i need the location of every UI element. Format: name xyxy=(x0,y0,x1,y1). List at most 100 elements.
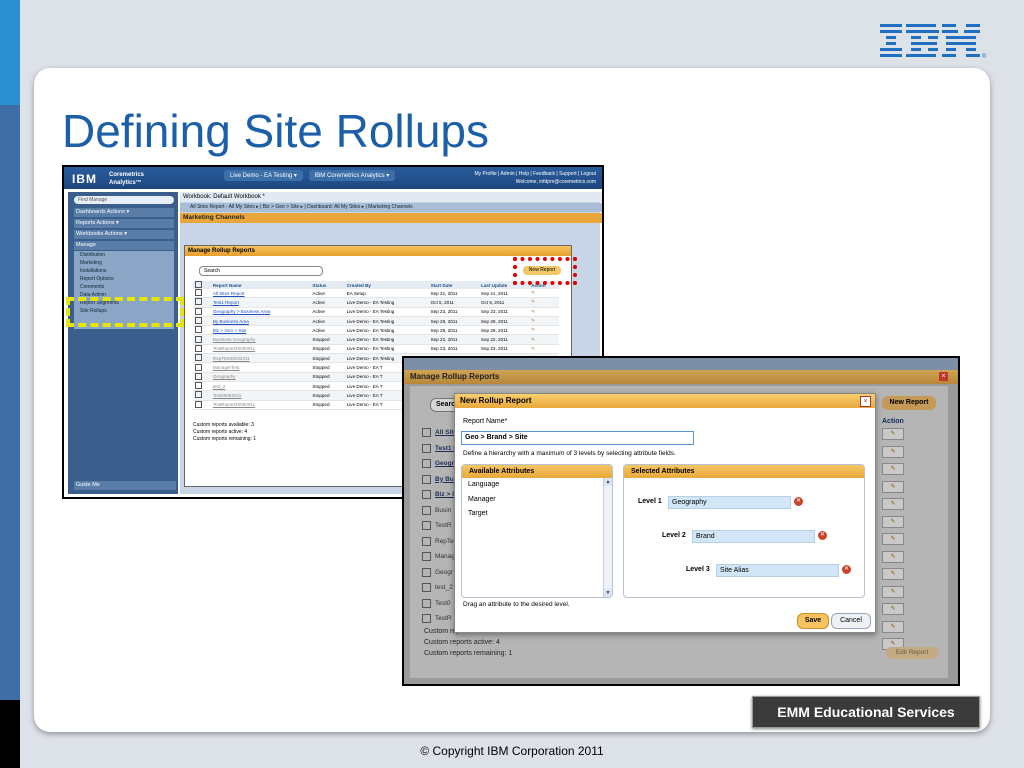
row-checkbox[interactable] xyxy=(193,362,211,373)
row-checkbox[interactable] xyxy=(193,344,211,355)
scrollbar[interactable]: ▲ ▼ xyxy=(603,478,612,597)
row-checkbox[interactable] xyxy=(422,536,431,546)
user-links-text[interactable]: My Profile | Admin | Help | Feedback | S… xyxy=(474,170,596,178)
row-checkbox[interactable] xyxy=(422,428,431,437)
report-name-link[interactable]: test_2 xyxy=(210,381,311,392)
attribute-item[interactable]: Target xyxy=(462,507,612,522)
col-header[interactable]: Created By xyxy=(344,281,429,289)
submenu-item[interactable]: Marketing xyxy=(74,259,174,267)
new-report-button[interactable]: New Report xyxy=(882,396,936,410)
edit-icon[interactable]: ✎ xyxy=(882,550,904,563)
edit-icon[interactable]: ✎ xyxy=(882,585,904,598)
edit-icon[interactable]: ✎ xyxy=(529,334,559,345)
edit-icon[interactable]: ✎ xyxy=(529,344,559,355)
edit-icon[interactable]: ✎ xyxy=(882,620,904,633)
table-row[interactable]: Biz > Geo > Site Active Live Demo - EA Tes… xyxy=(193,325,559,336)
select-all-header[interactable] xyxy=(193,281,211,289)
report-name-link[interactable]: TestReport20082011 xyxy=(210,400,311,410)
edit-icon[interactable]: ✎ xyxy=(529,297,559,308)
report-name-input[interactable]: Geo > Brand > Site xyxy=(461,431,694,445)
edit-icon[interactable]: ✎ xyxy=(882,498,904,510)
edit-icon[interactable]: ✎ xyxy=(882,480,904,493)
row-checkbox[interactable] xyxy=(193,334,211,345)
submenu-item[interactable]: Installations xyxy=(74,267,174,275)
level-3-value[interactable]: Site Alias xyxy=(716,564,839,577)
row-checkbox[interactable] xyxy=(193,325,211,336)
report-name-link[interactable]: Geogr xyxy=(435,460,454,467)
row-checkbox[interactable] xyxy=(193,353,211,364)
report-name-link[interactable]: Geography xyxy=(210,372,311,382)
table-row[interactable]: All Sites Report Active EA Setup Sep 21, 20… xyxy=(193,289,559,299)
report-name-link[interactable]: RepTe xyxy=(435,538,454,545)
cancel-button[interactable]: Cancel xyxy=(831,613,871,629)
edit-icon[interactable]: ✎ xyxy=(529,316,559,327)
submenu-item[interactable]: Report Options xyxy=(74,275,174,283)
save-button[interactable]: Save xyxy=(797,613,829,629)
col-header[interactable]: Status xyxy=(310,281,345,289)
search-input[interactable]: Search xyxy=(199,266,323,276)
attribute-item[interactable]: Language xyxy=(462,478,612,493)
report-name-link[interactable]: ManagerTest xyxy=(210,362,311,373)
report-name-link[interactable]: TestReport20092011 xyxy=(210,344,311,355)
row-checkbox[interactable] xyxy=(422,443,431,453)
row-checkbox[interactable] xyxy=(193,381,211,392)
report-name-link[interactable]: RepTest09222011 xyxy=(210,353,311,364)
submenu-item[interactable]: Distribution xyxy=(74,251,174,259)
edit-icon[interactable]: ✎ xyxy=(882,463,904,475)
report-name-link[interactable]: Test09082011 xyxy=(210,390,311,401)
close-icon[interactable]: × xyxy=(860,396,871,407)
report-tabbar[interactable]: All Sites Report - All My Sites ▸ | Biz … xyxy=(180,203,602,212)
row-checkbox[interactable] xyxy=(422,598,431,608)
top-tab[interactable]: IBM Coremetrics Analytics ▾ xyxy=(308,170,396,181)
scroll-up-icon[interactable]: ▲ xyxy=(604,478,612,486)
table-row[interactable]: Test1 Report Active Live Demo - EA Testing… xyxy=(193,297,559,308)
submenu-item[interactable]: Comments xyxy=(74,283,174,291)
report-name-link[interactable]: All Sites Report xyxy=(210,289,311,299)
report-name-link[interactable]: Business Geography xyxy=(210,334,311,345)
remove-icon[interactable]: ✕ xyxy=(794,497,803,506)
row-checkbox[interactable] xyxy=(193,372,211,382)
edit-icon[interactable]: ✎ xyxy=(529,307,559,317)
edit-icon[interactable]: ✎ xyxy=(529,289,559,299)
report-name-link[interactable]: Test0 xyxy=(435,600,451,607)
report-name-link[interactable]: Geography > Business Area xyxy=(210,307,311,317)
col-header[interactable]: Start Date xyxy=(428,281,479,289)
edit-icon[interactable]: ✎ xyxy=(882,533,904,545)
row-checkbox[interactable] xyxy=(422,583,431,592)
close-icon[interactable]: × xyxy=(939,372,948,381)
table-row[interactable]: Geography > Business Area Active Live Demo… xyxy=(193,307,559,317)
sidebar-item-manage[interactable]: Manage xyxy=(74,241,174,250)
row-checkbox[interactable] xyxy=(193,390,211,401)
row-checkbox[interactable] xyxy=(422,614,431,623)
row-checkbox[interactable] xyxy=(422,490,431,499)
row-checkbox[interactable] xyxy=(193,307,211,317)
edit-icon[interactable]: ✎ xyxy=(882,445,904,458)
report-name-link[interactable]: TestR xyxy=(435,522,452,529)
table-row[interactable]: By Business Area Active Live Demo - EA Tes… xyxy=(193,316,559,327)
report-name-link[interactable]: TestR xyxy=(435,615,452,622)
remove-icon[interactable]: ✕ xyxy=(818,531,827,540)
report-name-link[interactable]: By Business Area xyxy=(210,316,311,327)
level-2-value[interactable]: Brand xyxy=(692,530,815,543)
top-tab[interactable]: Live Demo - EA Testing ▾ xyxy=(224,170,303,181)
col-header[interactable]: Report Name xyxy=(210,281,311,289)
row-checkbox[interactable] xyxy=(422,567,431,577)
table-row[interactable]: Business Geography Stopped Live Demo - EA … xyxy=(193,334,559,345)
row-checkbox[interactable] xyxy=(422,505,431,515)
sidebar-item-reports[interactable]: Reports Actions ▾ xyxy=(74,219,174,228)
report-name-link[interactable]: test_2 xyxy=(435,584,453,591)
report-name-link[interactable]: Geogr xyxy=(435,569,453,576)
edit-icon[interactable]: ✎ xyxy=(882,603,904,615)
row-checkbox[interactable] xyxy=(193,297,211,308)
sidebar-item-dashboards[interactable]: Dashboards Actions ▾ xyxy=(74,208,174,217)
row-checkbox[interactable] xyxy=(193,289,211,299)
sidebar-item-workbooks[interactable]: Workbooks Actions ▾ xyxy=(74,230,174,239)
row-checkbox[interactable] xyxy=(422,459,431,468)
report-name-link[interactable]: Busin xyxy=(435,507,451,514)
scroll-down-icon[interactable]: ▼ xyxy=(604,589,612,597)
row-checkbox[interactable] xyxy=(193,316,211,327)
report-name-link[interactable]: Test1 Report xyxy=(210,297,311,308)
table-row[interactable]: TestReport20092011 Stopped Live Demo - EA … xyxy=(193,344,559,355)
level-1-value[interactable]: Geography xyxy=(668,496,791,509)
sidebar-search[interactable]: Find Manage xyxy=(74,196,174,204)
